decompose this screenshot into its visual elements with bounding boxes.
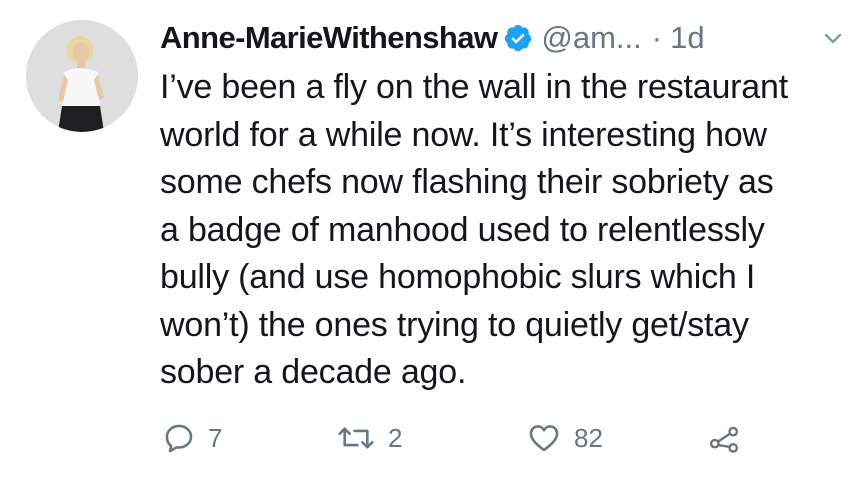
like-button[interactable]: 82 [526,416,603,460]
heart-icon [526,421,562,455]
retweet-button[interactable]: 2 [336,416,402,460]
reply-button[interactable]: 7 [162,416,222,460]
retweet-icon [336,421,376,455]
avatar[interactable] [26,20,138,132]
tweet-timestamp[interactable]: 1d [670,20,704,56]
display-name[interactable]: Anne-MarieWithenshaw [160,20,498,56]
tweet-actions: 7 2 82 [160,416,760,460]
tweet-text-line: won’t) the ones trying to quietly get/st… [160,305,749,344]
share-button[interactable] [706,416,742,460]
tweet-text-line: bully (and use homophobic slurs which I [160,258,756,296]
tweet-text-line: I’ve been a fly on the wall in the resta… [160,68,788,106]
tweet-text-line: a badge of manhood used to relentlessly [160,210,765,249]
tweet-text: I’ve been a fly on the wall in the resta… [160,64,850,397]
tweet-text-line: some chefs now flashing their sobriety a… [160,163,774,201]
verified-badge-icon [503,23,533,53]
tweet-card[interactable]: Anne-MarieWithenshaw @am... · 1d I’ve be… [0,0,866,480]
tweet-text-line: world for a while now. It’s interesting … [160,115,767,154]
like-count: 82 [574,422,603,453]
separator-dot: · [651,20,663,55]
user-handle[interactable]: @am... [541,20,641,56]
tweet-header: Anne-MarieWithenshaw @am... · 1d [160,10,705,66]
reply-icon [162,421,196,455]
retweet-count: 2 [388,422,403,453]
reply-count: 7 [208,422,223,453]
chevron-down-icon[interactable] [818,24,848,54]
tweet-text-line: sober a decade ago. [160,353,467,391]
share-icon [706,421,742,455]
